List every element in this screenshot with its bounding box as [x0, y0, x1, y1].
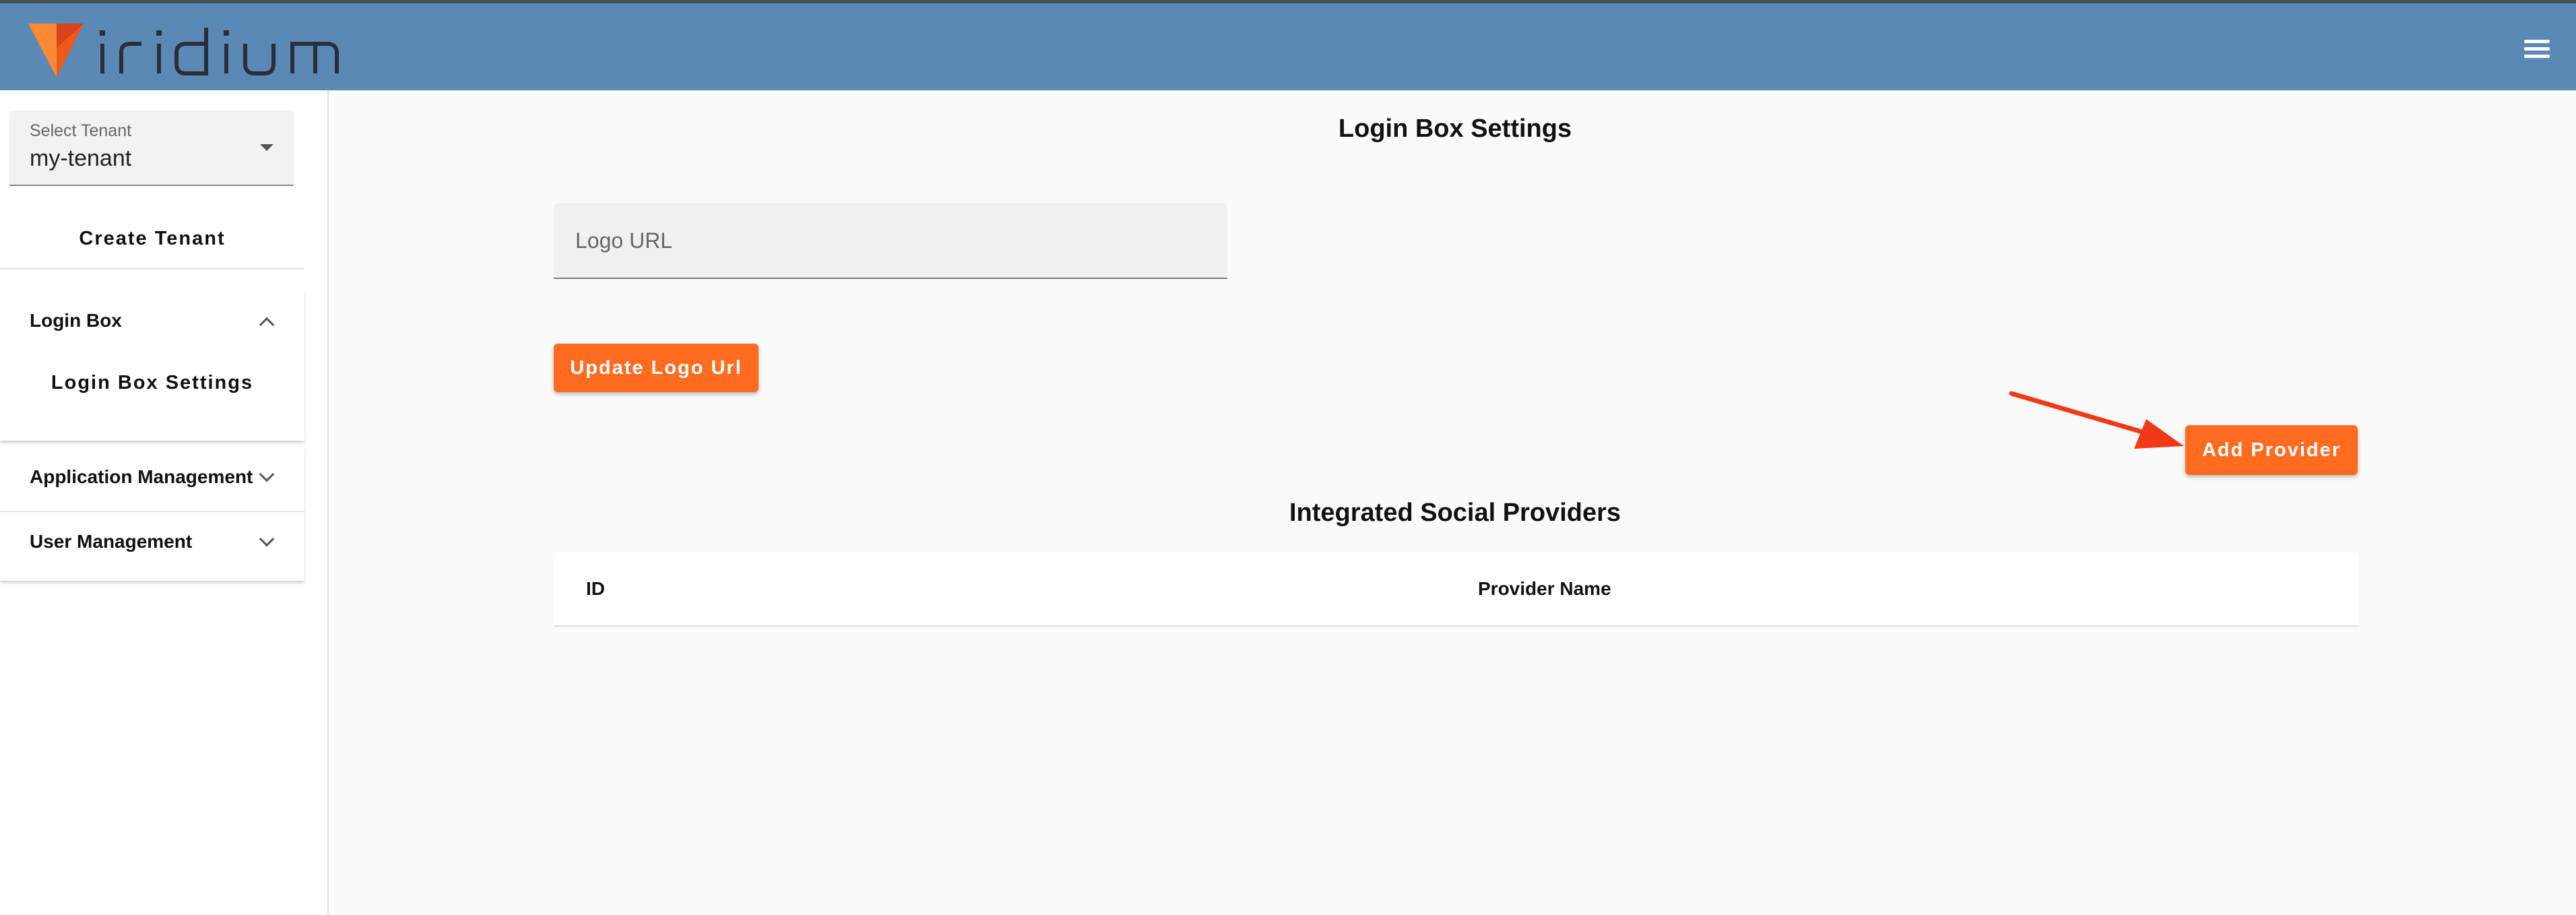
login-box-settings-button[interactable]: Login Box Settings [0, 372, 304, 394]
column-header-provider-name: Provider Name [1478, 578, 1611, 599]
logo-url-field[interactable] [554, 203, 1227, 279]
tenant-select[interactable]: Select Tenant my-tenant [9, 111, 294, 186]
main-content: Login Box Settings Update Logo Url Add P… [330, 90, 2576, 915]
add-provider-button[interactable]: Add Provider [2185, 425, 2358, 475]
iridium-logo [27, 21, 377, 77]
annotation-arrow-icon [2009, 391, 2184, 449]
logo-url-input[interactable] [554, 203, 1227, 278]
tenant-select-label: Select Tenant [30, 121, 132, 140]
accordion-header-login-box[interactable]: Login Box [0, 290, 304, 354]
page-title: Login Box Settings [1338, 115, 1572, 143]
accordion-title: Application Management [30, 466, 253, 487]
accordion-title: User Management [30, 531, 193, 552]
update-logo-url-button[interactable]: Update Logo Url [554, 344, 759, 392]
create-tenant-button[interactable]: Create Tenant [0, 228, 304, 250]
accordion-header-user-management[interactable]: User Management [0, 511, 304, 575]
accordion-header-application-management[interactable]: Application Management [0, 446, 304, 511]
sidebar: Select Tenant my-tenant Create Tenant Lo… [0, 90, 329, 915]
providers-table: ID Provider Name [554, 553, 2359, 627]
hamburger-menu-icon[interactable] [2522, 36, 2552, 63]
chevron-up-icon [259, 317, 275, 333]
chevron-down-icon [259, 466, 275, 482]
top-app-bar [0, 0, 2576, 90]
iridium-logo-graphic [28, 24, 339, 77]
accordion-title: Login Box [30, 310, 122, 331]
tenant-select-value: my-tenant [30, 146, 132, 171]
chevron-down-icon [259, 531, 275, 547]
accordion-group-management: Application Management User Management [0, 446, 304, 581]
accordion-login-box: Login Box Login Box Settings [0, 290, 304, 441]
section-title: Integrated Social Providers [1289, 499, 1621, 527]
dropdown-caret-icon [260, 144, 273, 151]
sidebar-divider [0, 268, 304, 270]
column-header-id: ID [586, 578, 605, 599]
